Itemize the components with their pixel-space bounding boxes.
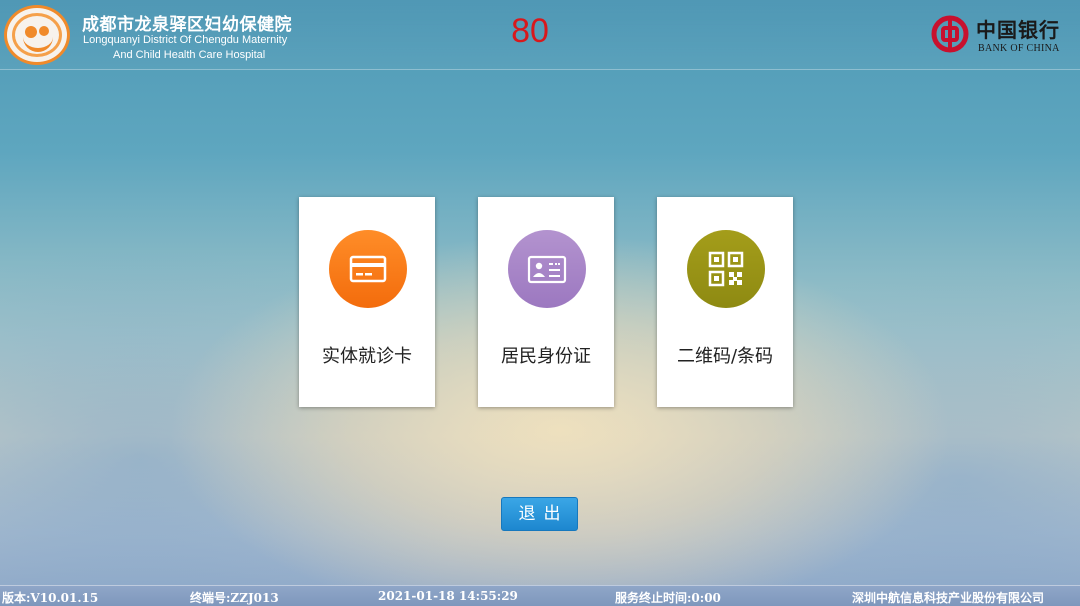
qr-code-label: 二维码/条码 xyxy=(676,346,774,367)
hospital-name-en-line1: Longquanyi District Of Chengdu Maternity xyxy=(83,34,288,46)
bank-name-cn: 中国银行 xyxy=(976,18,1060,42)
physical-card-label: 实体就诊卡 xyxy=(322,346,412,367)
qr-code-button[interactable]: 二维码/条码 xyxy=(657,197,793,407)
bank-name-en: BANK OF CHINA xyxy=(978,43,1060,54)
hospital-name-cn: 成都市龙泉驿区妇幼保健院 xyxy=(82,15,292,35)
card-icon xyxy=(329,230,407,308)
bank-of-china-logo-icon xyxy=(931,15,969,53)
company-name-text: 深圳中航信息科技产业股份有限公司 xyxy=(852,591,1045,605)
version-text: 版本:V10.01.15 xyxy=(2,591,99,605)
datetime-text: 2021-01-18 14:55:29 xyxy=(378,589,518,603)
qr-code-icon xyxy=(687,230,765,308)
id-card-label: 居民身份证 xyxy=(501,346,591,367)
service-end-time-text: 服务终止时间:0:00 xyxy=(615,591,721,605)
physical-card-button[interactable]: 实体就诊卡 xyxy=(299,197,435,407)
exit-button[interactable]: 退出 xyxy=(501,497,578,531)
countdown-timer: 80 xyxy=(511,12,549,50)
id-card-button[interactable]: 居民身份证 xyxy=(478,197,614,407)
hospital-logo-icon xyxy=(4,5,70,65)
status-bar: 版本:V10.01.15 终端号:ZZJ013 2021-01-18 14:55… xyxy=(0,585,1080,606)
terminal-id-text: 终端号:ZZJ013 xyxy=(190,591,279,605)
header-bar: 成都市龙泉驿区妇幼保健院 Longquanyi District Of Chen… xyxy=(0,0,1080,70)
hospital-name-en-line2: And Child Health Care Hospital xyxy=(113,49,266,61)
id-card-icon xyxy=(508,230,586,308)
